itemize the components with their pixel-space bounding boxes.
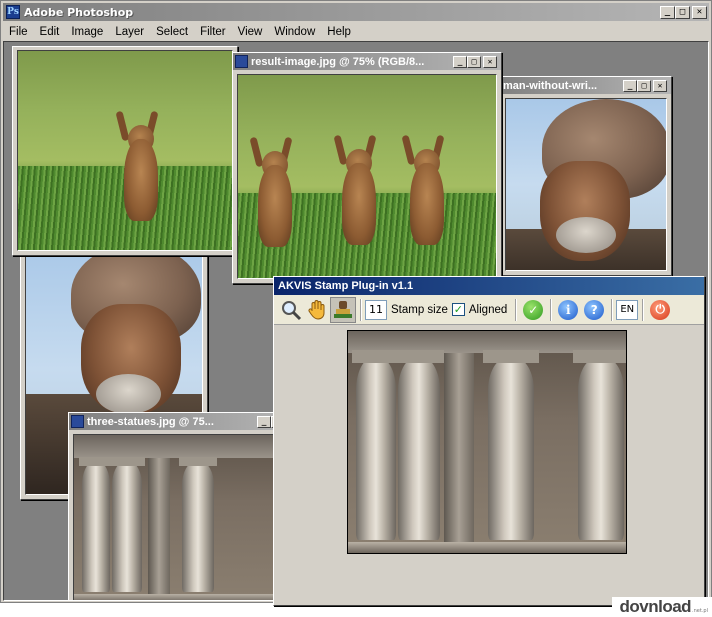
document-window-original[interactable] (12, 46, 238, 256)
apply-button[interactable]: ✓ (520, 297, 546, 323)
aligned-checkbox[interactable]: ✓ (451, 303, 465, 316)
app-titlebar: Ps Adobe Photoshop _ □ ✕ (3, 3, 709, 21)
stamp-icon (334, 300, 352, 318)
man-minimize-button[interactable]: _ (623, 79, 637, 92)
result-marmots-image[interactable] (237, 74, 497, 279)
akvis-title: AKVIS Stamp Plug-in v1.1 (278, 280, 414, 292)
stamp-tool-button[interactable] (330, 296, 356, 323)
apply-icon: ✓ (523, 299, 544, 320)
help-button[interactable]: ? (581, 297, 607, 323)
akvis-titlebar[interactable]: AKVIS Stamp Plug-in v1.1 (274, 277, 704, 295)
document-icon (235, 55, 248, 68)
man-close-button[interactable]: ✕ (653, 79, 667, 92)
result-window-titlebar[interactable]: result-image.jpg @ 75% (RGB/8... _ □ ✕ (233, 53, 501, 70)
original-marmot-image[interactable] (17, 50, 233, 251)
aligned-label: Aligned (468, 303, 508, 316)
document-window-man[interactable]: man-without-wri... _ □ ✕ (500, 76, 672, 276)
zoom-icon (282, 300, 302, 320)
menu-select[interactable]: Select (150, 26, 194, 38)
info-button[interactable]: i (555, 297, 581, 323)
menu-window[interactable]: Window (268, 26, 321, 38)
maximize-button[interactable]: □ (675, 5, 690, 19)
statues-window-titlebar[interactable]: three-statues.jpg @ 75... _ □ (69, 413, 289, 430)
hand-button[interactable] (304, 297, 330, 323)
app-title: Adobe Photoshop (24, 5, 134, 19)
result-minimize-button[interactable]: _ (453, 55, 467, 68)
hand-icon (308, 299, 325, 320)
man-maximize-button[interactable]: □ (637, 79, 651, 92)
man-window-title: man-without-wri... (503, 79, 598, 92)
menu-image[interactable]: Image (65, 26, 109, 38)
zoom-button[interactable] (278, 297, 304, 323)
akvis-preview-image[interactable] (347, 330, 627, 554)
stamp-size-input[interactable]: 11 (365, 299, 387, 320)
help-icon: ? (584, 299, 605, 320)
minimize-button[interactable]: _ (660, 5, 675, 19)
akvis-stamp-dialog[interactable]: AKVIS Stamp Plug-in v1.1 11 Stamp size ✓… (273, 276, 705, 606)
akvis-toolbar: 11 Stamp size ✓ Aligned ✓ i ? EN ⏻ (274, 295, 704, 325)
menu-help[interactable]: Help (321, 26, 357, 38)
menu-filter[interactable]: Filter (194, 26, 232, 38)
statues-window-title: three-statues.jpg @ 75... (87, 415, 214, 428)
statues-minimize-button[interactable]: _ (257, 415, 271, 428)
result-close-button[interactable]: ✕ (483, 55, 497, 68)
watermark-text: dovnload (619, 597, 692, 616)
menu-file[interactable]: File (3, 26, 34, 38)
stamp-size-label: Stamp size (391, 303, 448, 316)
three-statues-image[interactable] (73, 434, 285, 600)
download-watermark: dovnload .net.pl (612, 597, 712, 617)
menubar: File Edit Image Layer Select Filter View… (3, 23, 709, 41)
menu-view[interactable]: View (232, 26, 269, 38)
menu-edit[interactable]: Edit (34, 26, 66, 38)
exit-button[interactable]: ⏻ (647, 297, 673, 323)
document-icon (71, 415, 84, 428)
man-window-titlebar[interactable]: man-without-wri... _ □ ✕ (501, 77, 671, 94)
language-button[interactable]: EN (616, 299, 639, 320)
document-window-result[interactable]: result-image.jpg @ 75% (RGB/8... _ □ ✕ (232, 52, 502, 284)
close-button[interactable]: ✕ (692, 5, 707, 19)
menu-layer[interactable]: Layer (109, 26, 150, 38)
result-maximize-button[interactable]: □ (467, 55, 481, 68)
watermark-suffix: .net.pl (692, 608, 708, 614)
photoshop-logo-icon: Ps (6, 5, 20, 19)
result-window-title: result-image.jpg @ 75% (RGB/8... (251, 55, 425, 68)
exit-icon: ⏻ (650, 299, 671, 320)
man-image-right[interactable] (505, 98, 667, 271)
document-window-statues[interactable]: three-statues.jpg @ 75... _ □ (68, 412, 290, 600)
info-icon: i (558, 299, 579, 320)
